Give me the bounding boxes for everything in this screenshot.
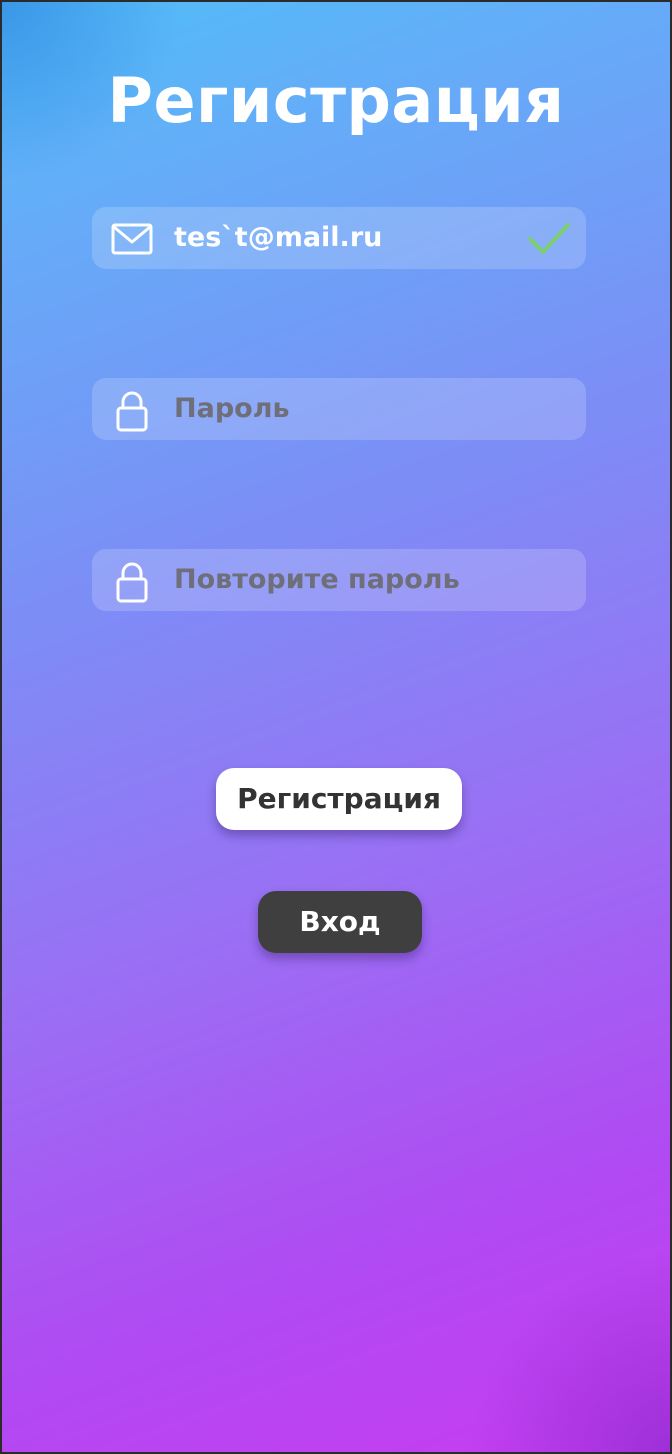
email-field[interactable]: tes`t@mail.ru [92,207,586,269]
lock-icon [116,391,148,432]
lock-icon [116,562,148,603]
mail-icon [111,223,153,255]
register-button[interactable]: Регистрация [216,768,462,830]
registration-screen: Регистрация tes`t@mail.ru Пароль Повтори… [0,0,672,1454]
page-title: Регистрация [107,64,565,137]
password-repeat-field[interactable]: Повторите пароль [92,549,586,611]
email-value: tes`t@mail.ru [174,222,383,253]
login-button[interactable]: Вход [258,891,422,953]
password-repeat-placeholder: Повторите пароль [174,564,460,595]
password-field[interactable]: Пароль [92,378,586,440]
checkmark-icon [528,223,570,254]
password-placeholder: Пароль [174,393,290,424]
